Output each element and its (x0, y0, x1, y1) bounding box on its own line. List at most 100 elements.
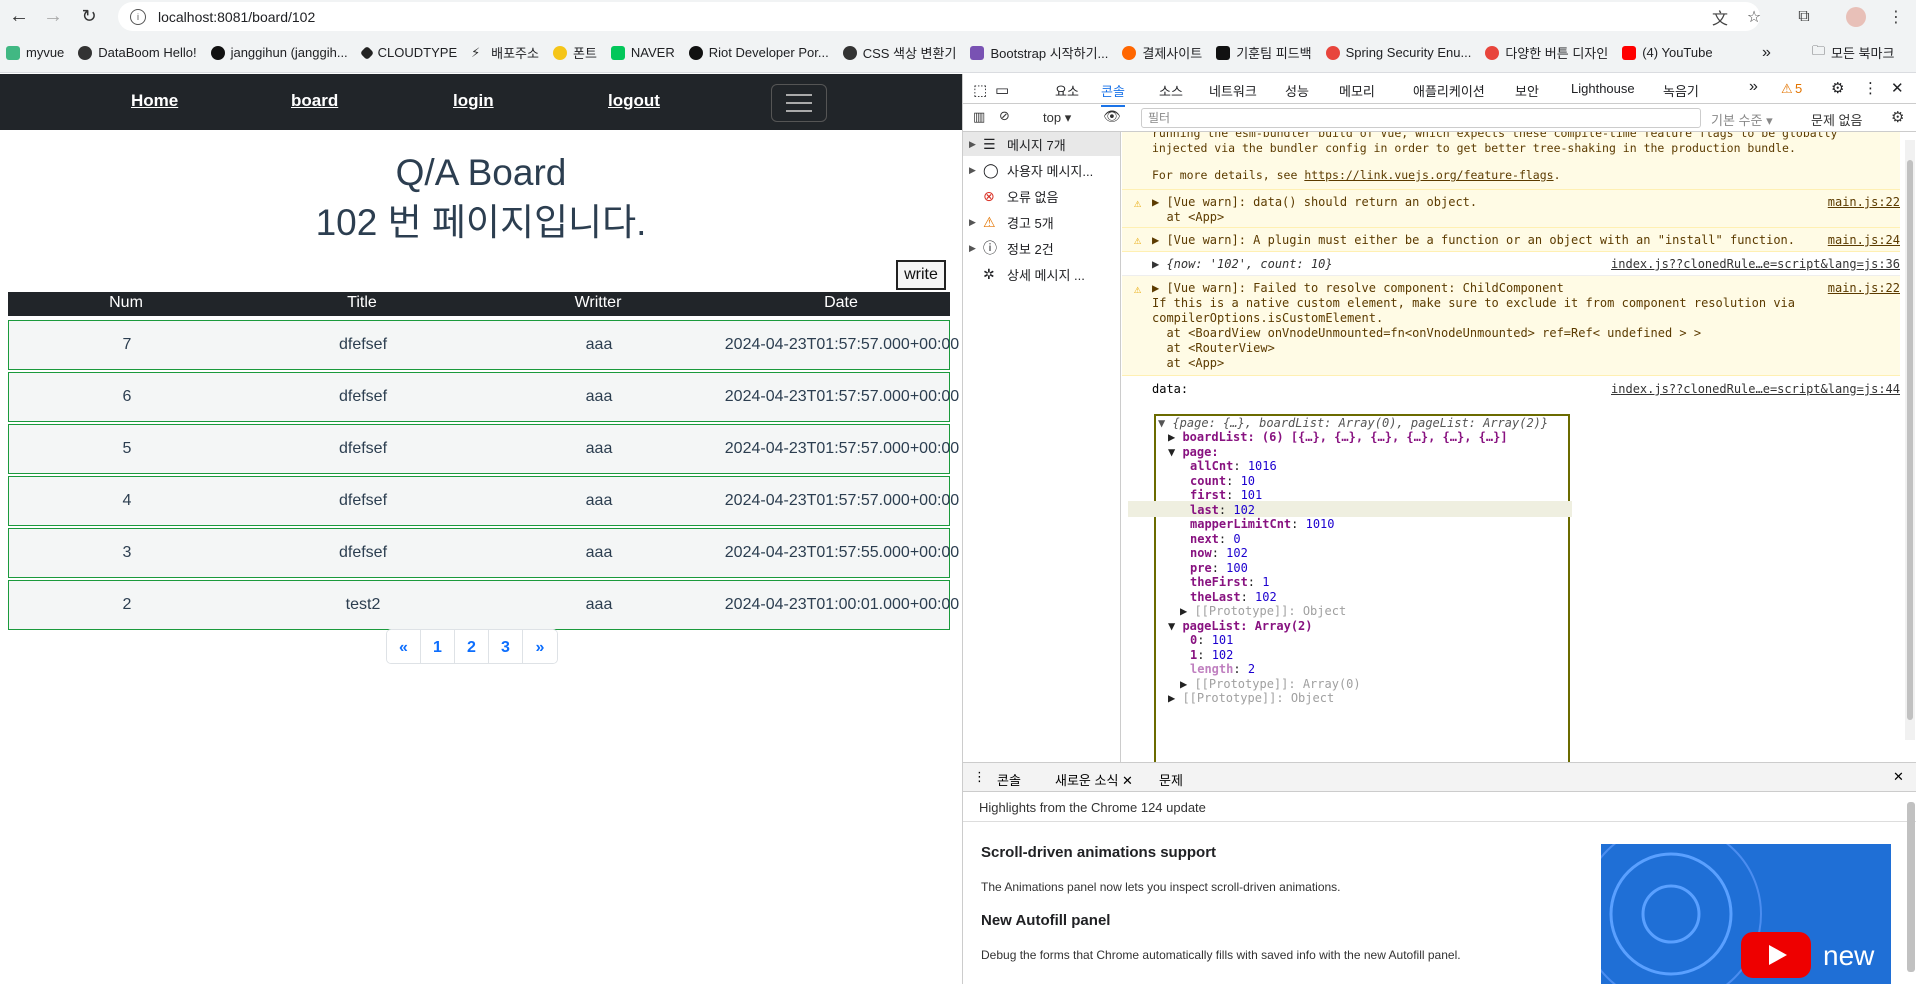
tab-lighthouse[interactable]: Lighthouse (1571, 81, 1635, 96)
bookmark-item[interactable]: janggihun (janggih... (210, 45, 348, 60)
context-selector[interactable]: top ▾ (1043, 110, 1071, 126)
nav-board-link[interactable]: board (291, 91, 338, 111)
bookmark-item[interactable]: Spring Security Enu... (1325, 45, 1471, 60)
tab-elements[interactable]: 요소 (1055, 81, 1079, 100)
nav-home-link[interactable]: Home (131, 91, 178, 111)
issues-button[interactable]: 문제 없음 (1811, 110, 1862, 129)
drawer-tab-console[interactable]: 콘솔 (997, 770, 1021, 789)
scrollbar-thumb[interactable] (1907, 160, 1913, 720)
browser-menu-icon[interactable]: ⋮ (1884, 5, 1908, 29)
youtube-play-icon[interactable] (1741, 932, 1811, 978)
bookmark-item[interactable]: NAVER (610, 45, 675, 60)
bookmark-item[interactable]: ⚡ 배포주소 (471, 43, 539, 62)
source-link[interactable]: index.js??clonedRule…e=script&lang=js:44 (1611, 382, 1900, 396)
feature-heading[interactable]: Scroll-driven animations support (981, 844, 1216, 861)
sidebar-verbose[interactable]: ✲ 상세 메시지 ... (969, 262, 1085, 286)
bookmark-star-icon[interactable]: ☆ (1742, 5, 1766, 29)
nav-login-link[interactable]: login (453, 91, 494, 111)
source-link[interactable]: main.js:22 (1828, 281, 1900, 295)
tab-memory[interactable]: 메모리 (1339, 81, 1375, 100)
pagination-next[interactable]: » (523, 630, 557, 663)
source-link[interactable]: main.js:22 (1828, 195, 1900, 209)
tree-node-prototype[interactable]: ▶ [[Prototype]]: Object (1180, 604, 1346, 618)
profile-avatar[interactable] (1846, 7, 1866, 27)
bookmark-item[interactable]: (4) YouTube (1622, 45, 1713, 60)
tree-node-prototype[interactable]: ▶ [[Prototype]]: Object (1168, 691, 1334, 705)
bookmark-item[interactable]: myvue (6, 45, 64, 60)
feature-flags-link[interactable]: https://link.vuejs.org/feature-flags (1304, 168, 1553, 182)
tab-sources[interactable]: 소스 (1159, 81, 1183, 100)
bookmark-item[interactable]: 결제사이트 (1122, 43, 1202, 62)
tree-node-page[interactable]: ▼ page: (1168, 445, 1219, 459)
object-summary[interactable]: ▼ {page: {…}, boardList: Array(0), pageL… (1158, 416, 1548, 430)
tab-application[interactable]: 애플리케이션 (1413, 81, 1485, 100)
sidebar-user-messages[interactable]: ▶ ◯ 사용자 메시지... (969, 158, 1093, 182)
tree-node-boardlist[interactable]: ▶ boardList: (6) [{…}, {…}, {…}, {…}, {…… (1168, 430, 1508, 444)
devtools-menu-icon[interactable]: ⋮ (1863, 79, 1878, 97)
promo-video-thumbnail[interactable]: new (1601, 844, 1891, 984)
close-devtools-icon[interactable]: ✕ (1891, 79, 1904, 97)
pagination-prev[interactable]: « (387, 630, 421, 663)
site-info-icon[interactable]: i (130, 8, 146, 25)
bookmark-item[interactable]: 다양한 버튼 디자인 (1485, 43, 1608, 62)
pagination-page-1[interactable]: 1 (421, 630, 455, 663)
bookmark-item[interactable]: CLOUDTYPE (359, 45, 457, 60)
bookmark-item[interactable]: Bootstrap 시작하기... (970, 43, 1108, 62)
bookmarks-overflow-button[interactable]: » (1762, 44, 1771, 62)
drawer-tab-issues[interactable]: 문제 (1159, 770, 1183, 789)
feature-heading[interactable]: New Autofill panel (981, 912, 1110, 929)
sidebar-errors[interactable]: ⊗ 오류 없음 (969, 184, 1058, 208)
bookmark-label: Riot Developer Por... (708, 45, 829, 60)
table-row[interactable]: 3 dfefsef aaa 2024-04-23T01:57:55.000+00:00 (8, 528, 959, 578)
tab-security[interactable]: 보안 (1515, 81, 1539, 100)
source-link[interactable]: main.js:24 (1828, 233, 1900, 247)
eye-icon[interactable]: 👁 (1103, 108, 1121, 125)
bookmark-item[interactable]: DataBoom Hello! (78, 45, 197, 60)
log-level-dropdown[interactable]: 기본 수준 ▾ (1711, 110, 1773, 129)
inspect-element-icon[interactable]: ⬚ (973, 81, 987, 99)
pagination-page-2[interactable]: 2 (455, 630, 489, 663)
all-bookmarks-button[interactable]: 🗀 모든 북마크 (1812, 42, 1894, 64)
table-row[interactable]: 2 test2 aaa 2024-04-23T01:00:01.000+00:00 (8, 580, 959, 630)
table-row[interactable]: 7 dfefsef aaa 2024-04-23T01:57:57.000+00:00 (8, 320, 959, 370)
console-filter-input[interactable]: 필터 (1141, 108, 1701, 128)
source-link[interactable]: index.js??clonedRule…e=script&lang=js:36 (1611, 257, 1900, 271)
tab-recorder[interactable]: 녹음기 (1663, 81, 1699, 100)
sidebar-warnings[interactable]: ▶ ⚠ 경고 5개 (969, 210, 1054, 234)
drawer-menu-icon[interactable]: ⋮ (973, 769, 986, 785)
bookmark-item[interactable]: 폰트 (552, 43, 597, 62)
warning-icon[interactable]: ⚠ (1781, 81, 1793, 97)
tab-network[interactable]: 네트워크 (1209, 81, 1257, 100)
close-tab-icon[interactable]: ✕ (1122, 773, 1133, 788)
tab-performance[interactable]: 성능 (1285, 81, 1309, 100)
tree-node-prototype[interactable]: ▶ [[Prototype]]: Array(0) (1180, 677, 1361, 691)
bookmark-item[interactable]: 기훈팀 피드백 (1216, 43, 1312, 62)
bookmark-item[interactable]: CSS 색상 변환기 (842, 43, 956, 62)
table-row[interactable]: 6 dfefsef aaa 2024-04-23T01:57:57.000+00:00 (8, 372, 959, 422)
reload-icon[interactable]: ↻ (72, 2, 106, 30)
bookmark-item[interactable]: Riot Developer Por... (688, 45, 829, 60)
extensions-icon[interactable]: ⧉ (1792, 5, 1816, 29)
navbar-toggler-button[interactable] (771, 84, 827, 122)
tree-node-pagelist[interactable]: ▼ pageList: Array(2) (1168, 619, 1313, 633)
console-settings-icon[interactable]: ⚙ (1891, 108, 1904, 126)
translate-icon[interactable]: 文 (1708, 5, 1732, 29)
more-tabs-icon[interactable]: » (1749, 78, 1758, 96)
device-toolbar-icon[interactable]: ▭ (995, 81, 1009, 99)
back-icon[interactable]: ← (2, 2, 36, 30)
sidebar-messages[interactable]: ▶ ☰ 메시지 7개 (963, 132, 1120, 156)
pagination-page-3[interactable]: 3 (489, 630, 523, 663)
sidebar-info[interactable]: ▶ ⓘ 정보 2건 (969, 236, 1054, 260)
write-button[interactable]: write (896, 260, 946, 290)
address-bar[interactable]: i localhost:8081/board/102 (118, 2, 1760, 31)
clear-console-icon[interactable]: ⊘ (999, 108, 1010, 124)
settings-gear-icon[interactable]: ⚙ (1831, 79, 1844, 97)
close-drawer-icon[interactable]: ✕ (1893, 769, 1904, 785)
nav-logout-link[interactable]: logout (608, 91, 660, 111)
sidebar-toggle-icon[interactable]: ▥ (973, 109, 985, 125)
table-row[interactable]: 5 dfefsef aaa 2024-04-23T01:57:57.000+00:00 (8, 424, 959, 474)
console-scrollbar[interactable] (1905, 140, 1915, 740)
table-row[interactable]: 4 dfefsef aaa 2024-04-23T01:57:57.000+00:00 (8, 476, 959, 526)
drawer-scrollbar[interactable] (1907, 802, 1915, 972)
forward-icon[interactable]: → (36, 2, 70, 30)
